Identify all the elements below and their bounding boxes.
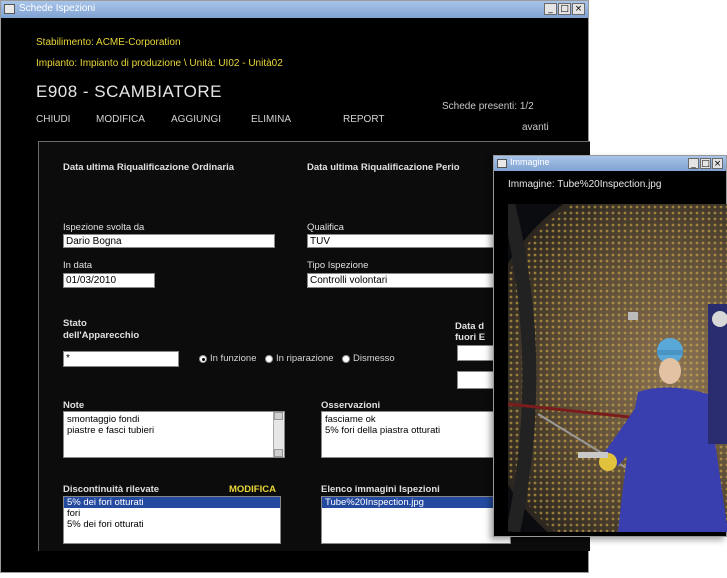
window-title: Schede Ispezioni [19, 3, 96, 14]
image-window: Immagine _ □ × Immagine: Tube%20Inspecti… [493, 155, 727, 537]
elenco-immagini-list[interactable]: Tube%20Inspection.jpg [321, 496, 511, 544]
image-window-icon [497, 159, 507, 168]
stato-label-2: dell'Apparecchio [63, 330, 140, 341]
data-riq-ordinaria-label: Data ultima Riqualificazione Ordinaria [63, 162, 235, 173]
note-line: piastre e fasci tubieri [67, 425, 155, 436]
ispezione-svolta-label: Ispezione svolta da [63, 222, 145, 233]
tipo-ispezione-label: Tipo Ispezione [307, 260, 369, 271]
impianto-label: Impianto: Impianto di produzione \ Unità… [36, 58, 283, 69]
note-scrollbar[interactable] [273, 412, 284, 457]
radio-dismesso-label: Dismesso [353, 353, 395, 364]
osservazioni-line: 5% fori della piastra otturati [325, 425, 441, 436]
maximize-button[interactable]: □ [558, 3, 571, 15]
image-caption: Immagine: Tube%20Inspection.jpg [508, 179, 662, 190]
stato-label-1: Stato [63, 318, 87, 329]
scroll-up-arrow[interactable] [274, 412, 283, 420]
radio-in-funzione[interactable] [199, 355, 207, 363]
note-line: smontaggio fondi [67, 414, 140, 425]
close-button[interactable]: × [572, 3, 585, 15]
tipo-ispezione-field[interactable]: Controlli volontari [307, 273, 507, 288]
page-title: E908 - SCAMBIATORE [36, 82, 222, 101]
stato-field[interactable]: * [63, 351, 179, 367]
note-textarea[interactable]: smontaggio fondi piastre e fasci tubieri [63, 411, 285, 458]
list-item[interactable]: 5% dei fori otturati [64, 497, 280, 508]
minimize-button[interactable]: _ [688, 158, 699, 169]
data-fuori-label-2: fuori E [455, 332, 486, 343]
minimize-button[interactable]: _ [544, 3, 557, 15]
main-titlebar[interactable]: Schede Ispezioni _ □ × [1, 1, 588, 18]
maximize-button[interactable]: □ [700, 158, 711, 169]
radio-in-riparazione[interactable] [265, 355, 273, 363]
image-window-title: Immagine [510, 157, 550, 167]
data-fuori-label-1: Data d [455, 321, 485, 332]
discontinuita-label: Discontinuità rilevate [63, 484, 160, 495]
menu-elimina[interactable]: ELIMINA [251, 114, 291, 125]
menu-aggiungi[interactable]: AGGIUNGI [171, 114, 221, 125]
list-item[interactable]: Tube%20Inspection.jpg [322, 497, 510, 508]
menu-chiudi[interactable]: CHIUDI [36, 114, 70, 125]
ispezione-svolta-field[interactable]: Dario Bogna [63, 234, 275, 248]
close-button[interactable]: × [712, 158, 723, 169]
osservazioni-line: fasciame ok [325, 414, 376, 425]
radio-in-funzione-label: In funzione [210, 353, 257, 364]
stabilimento-label: Stabilimento: ACME-Corporation [36, 37, 181, 48]
app-icon [4, 4, 15, 14]
osservazioni-textarea[interactable]: fasciame ok 5% fori della piastra ottura… [321, 411, 511, 458]
list-item[interactable]: 5% dei fori otturati [64, 519, 280, 530]
qualifica-label: Qualifica [307, 222, 344, 233]
scroll-down-arrow[interactable] [274, 449, 283, 457]
note-label: Note [63, 400, 85, 411]
radio-in-riparazione-label: In riparazione [276, 353, 334, 364]
image-titlebar[interactable]: Immagine _ □ × [494, 156, 726, 171]
schede-presenti: Schede presenti: 1/2 [442, 101, 534, 112]
menu-modifica[interactable]: MODIFICA [96, 114, 145, 125]
list-item[interactable]: fori [64, 508, 280, 519]
osservazioni-label: Osservazioni [321, 400, 381, 411]
avanti-link[interactable]: avanti [522, 122, 549, 133]
discontinuita-modifica-link[interactable]: MODIFICA [229, 484, 276, 495]
in-data-field[interactable]: 01/03/2010 [63, 273, 155, 288]
elenco-immagini-label: Elenco immagini Ispezioni [321, 484, 440, 495]
window-controls: _ □ × [544, 3, 585, 15]
inspection-photo [508, 204, 727, 532]
discontinuita-list[interactable]: 5% dei fori otturati fori 5% dei fori ot… [63, 496, 281, 544]
image-window-controls: _ □ × [688, 158, 723, 169]
radio-dismesso[interactable] [342, 355, 350, 363]
menu-report[interactable]: REPORT [343, 114, 385, 125]
in-data-label: In data [63, 260, 93, 271]
qualifica-field[interactable]: TUV [307, 234, 507, 248]
data-riq-periodica-label: Data ultima Riqualificazione Perio [307, 162, 460, 173]
